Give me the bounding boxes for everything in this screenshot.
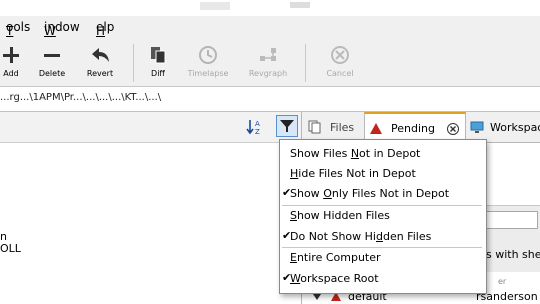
menu-item-show-files-not-in-depot[interactable]: Show Files Not in Depot [280, 144, 484, 164]
tab-workspace-label: Workspac [490, 120, 540, 134]
menu-item-label: Do Not Show Hidden Files [290, 230, 432, 243]
menu-item-label: Show Only Files Not in Depot [290, 187, 450, 200]
menu-help[interactable]: Help [96, 20, 114, 38]
menu-tools[interactable]: Tools [6, 20, 30, 38]
close-tab-icon[interactable] [447, 123, 459, 135]
monitor-icon [470, 121, 484, 133]
tab-pending-label: Pending [391, 121, 435, 135]
filter-button[interactable] [276, 115, 298, 137]
menu-item-label: Entire Computer [290, 251, 381, 264]
revert-label: Revert [86, 69, 114, 78]
tab-workspace[interactable]: Workspac [470, 112, 540, 142]
menu-item-workspace-root[interactable]: ✔ Workspace Root [280, 269, 484, 289]
menu-window[interactable]: Window [44, 20, 80, 38]
sort-button[interactable]: AZ [246, 118, 266, 136]
toolbar: Add Delete Revert Diff Timelapse Revgrap… [0, 38, 540, 87]
tab-files-label: Files [330, 120, 355, 134]
depot-tree-pane: AZ n OLL [0, 112, 302, 304]
filter-dropdown-menu: Show Files Not in Depot Hide Files Not i… [279, 139, 487, 294]
tab-files[interactable]: Files [308, 112, 354, 142]
files-icon [308, 120, 321, 134]
timelapse-label: Timelapse [187, 69, 229, 78]
title-bar-decoration [200, 2, 230, 10]
column-header-fragment: er [498, 277, 507, 286]
menu-item-label: Show Files Not in Depot [290, 147, 421, 160]
svg-text:Z: Z [255, 128, 260, 136]
menu-item-label: Hide Files Not in Depot [290, 167, 416, 180]
tree-fragment: OLL [0, 242, 21, 255]
tree-header: AZ [0, 112, 301, 143]
shelve-option-text: s with shelv [486, 248, 540, 261]
delete-button[interactable]: Delete [27, 44, 77, 78]
revert-button[interactable]: Revert [75, 44, 125, 78]
delete-label: Delete [38, 69, 66, 78]
menu-item-do-not-show-hidden-files[interactable]: ✔ Do Not Show Hidden Files [280, 227, 484, 247]
filter-funnel-icon [280, 120, 294, 132]
cancel-icon [315, 44, 365, 66]
menu-bar: Tools Window Help [0, 16, 540, 38]
clock-icon [183, 44, 233, 66]
menu-item-entire-computer[interactable]: Entire Computer [280, 248, 484, 268]
path-bar[interactable]: ...rg...\1APM\Pr...\...\...\...\KT...\..… [0, 87, 540, 112]
path-text: ...rg...\1APM\Pr...\...\...\...\KT...\..… [0, 92, 162, 103]
diff-icon [133, 44, 183, 66]
menu-item-hide-files-not-in-depot[interactable]: Hide Files Not in Depot [280, 164, 484, 184]
revgraph-label: Revgraph [248, 69, 288, 78]
pending-warning-icon [370, 122, 382, 134]
sort-az-icon: AZ [246, 120, 260, 136]
cancel-label: Cancel [326, 69, 354, 78]
menu-item-show-only-files-not-in-depot[interactable]: ✔ Show Only Files Not in Depot [280, 184, 484, 204]
search-box[interactable] [486, 211, 538, 229]
menu-item-show-hidden-files[interactable]: Show Hidden Files [280, 206, 484, 226]
menu-item-label: Show Hidden Files [290, 209, 390, 222]
title-bar [0, 0, 540, 16]
svg-text:A: A [255, 120, 260, 128]
diff-label: Diff [151, 69, 165, 78]
menu-item-label: Workspace Root [290, 272, 379, 285]
revgraph-icon [243, 44, 293, 66]
expand-arrow-icon[interactable] [312, 293, 322, 301]
cancel-button[interactable]: Cancel [315, 44, 365, 78]
timelapse-button[interactable]: Timelapse [183, 44, 233, 78]
toolbar-separator [305, 44, 306, 82]
diff-button[interactable]: Diff [133, 44, 183, 78]
minus-icon [27, 44, 77, 66]
title-bar-decoration [290, 2, 310, 8]
revgraph-button[interactable]: Revgraph [243, 44, 293, 78]
tab-pending[interactable]: Pending [364, 112, 466, 142]
revert-arrow-icon [75, 44, 125, 66]
